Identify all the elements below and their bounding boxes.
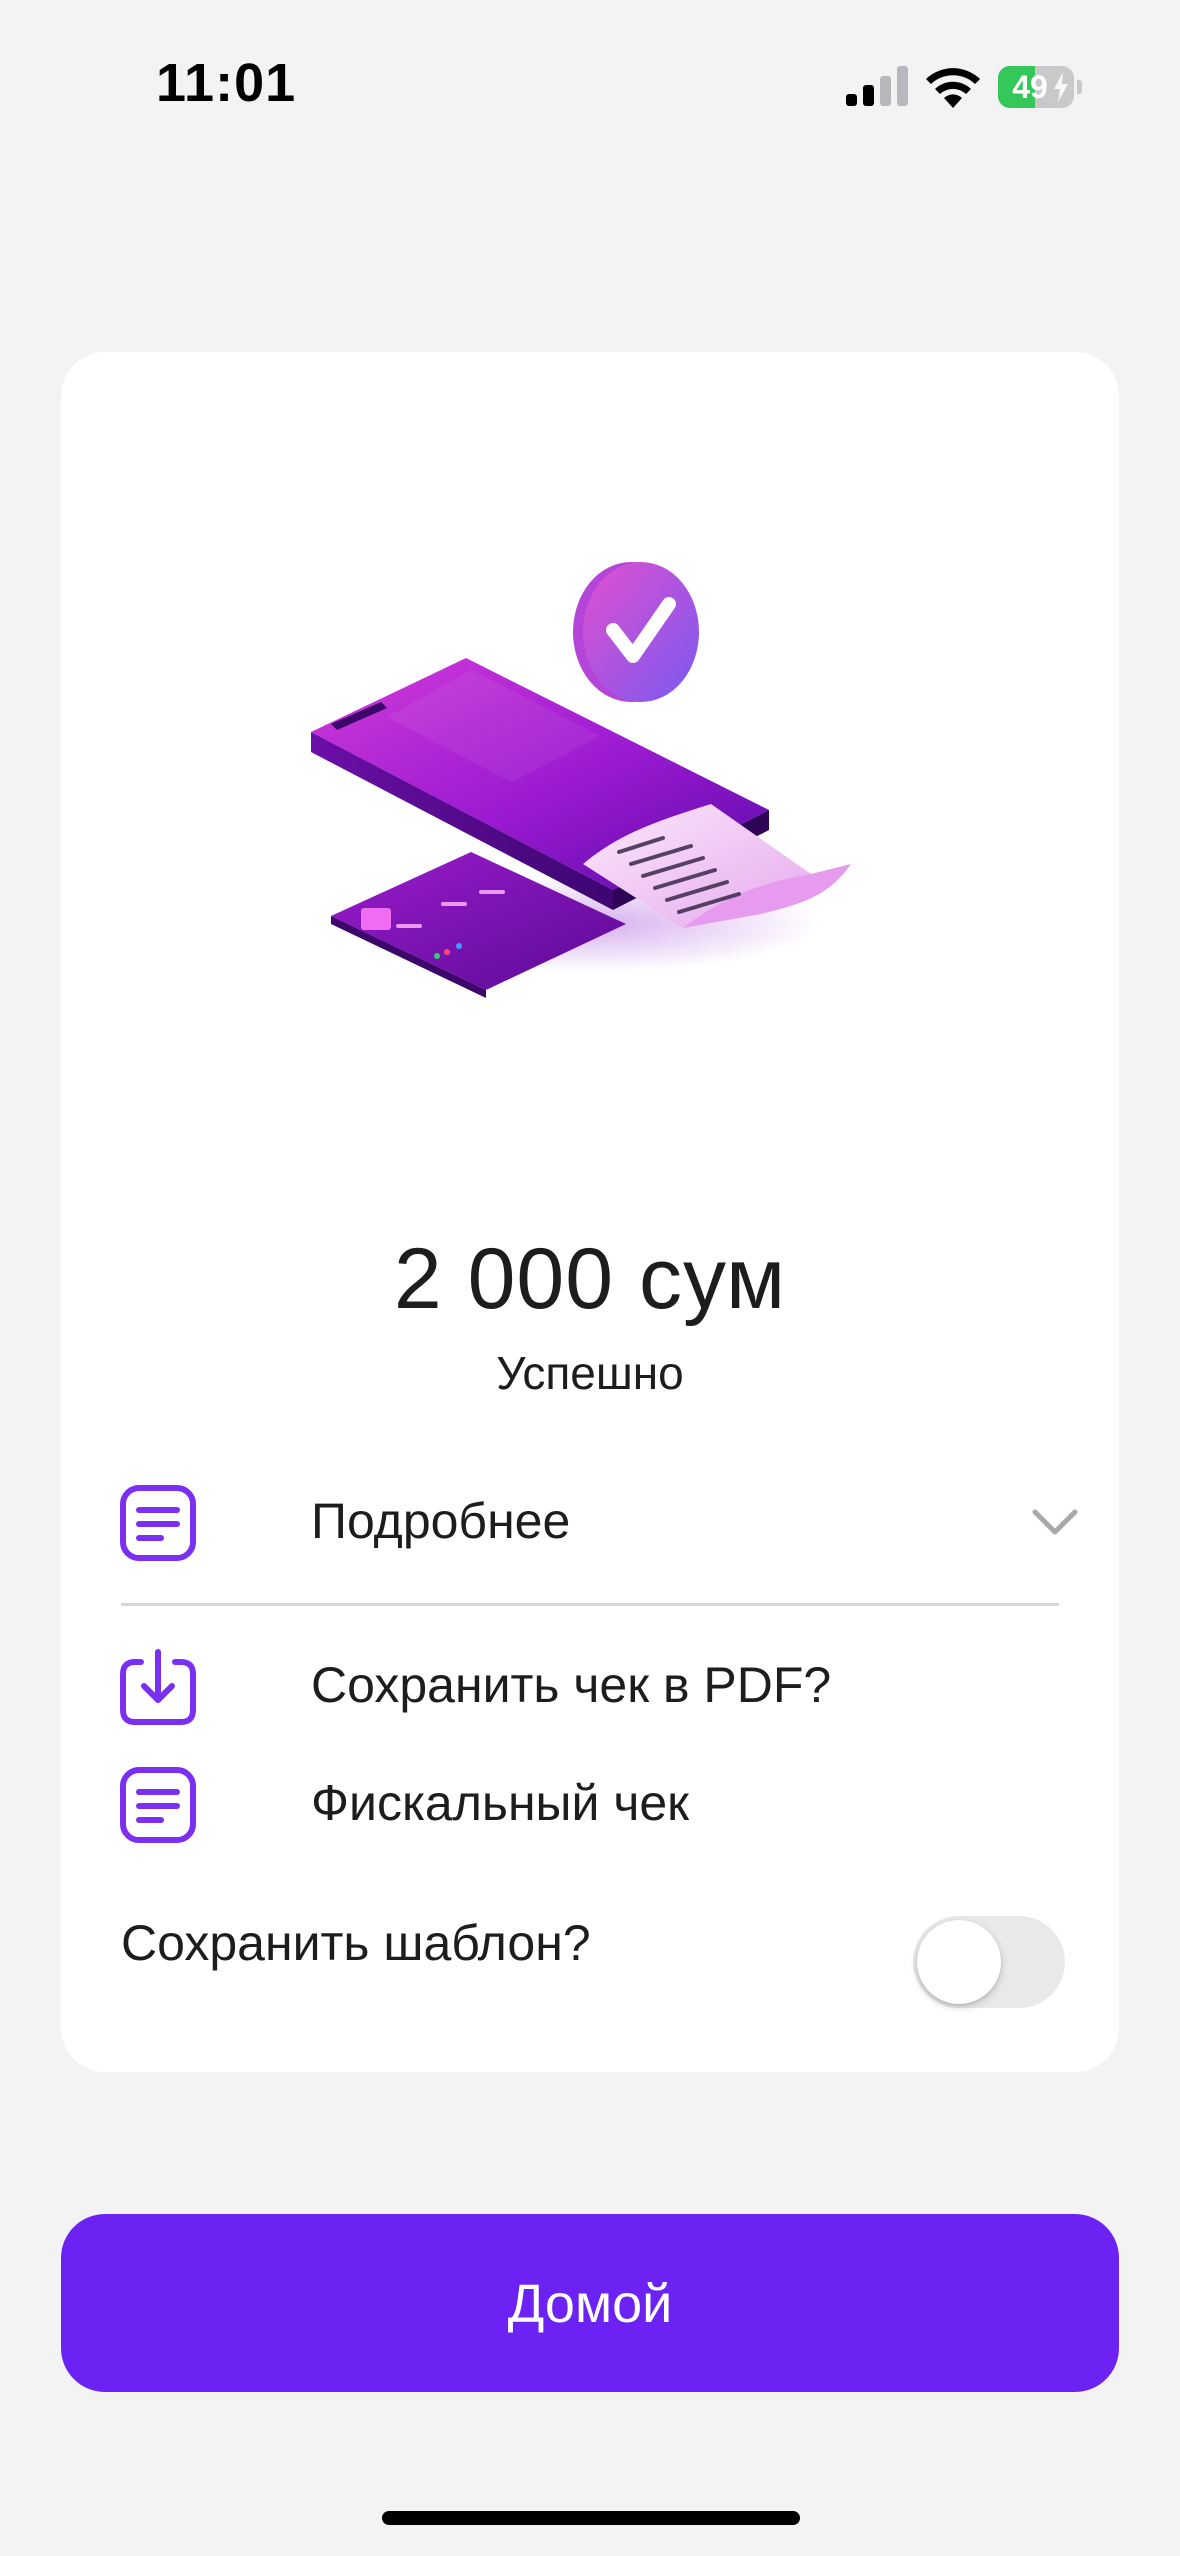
- payment-amount: 2 000 сум: [393, 1231, 787, 1327]
- save-pdf-row[interactable]: Сохранить чек в PDF?: [119, 1642, 1079, 1732]
- toggle-knob: [917, 1920, 1001, 2004]
- details-row[interactable]: Подробнее: [119, 1478, 1079, 1568]
- details-label: Подробнее: [311, 1493, 571, 1549]
- battery-cap: [1077, 80, 1082, 94]
- status-time: 11:01: [156, 53, 297, 113]
- divider: [121, 1603, 1059, 1606]
- save-pdf-label: Сохранить чек в PDF?: [311, 1657, 832, 1713]
- document-icon: [120, 1485, 196, 1561]
- payment-success-illustration: [311, 562, 851, 998]
- chevron-down-icon[interactable]: [1031, 1506, 1079, 1540]
- download-icon: [120, 1649, 196, 1725]
- battery-level: 49: [1012, 69, 1048, 105]
- cellular-signal-icon: [846, 66, 908, 106]
- payment-status: Успешно: [496, 1347, 684, 1399]
- battery-icon: 49: [998, 66, 1082, 108]
- save-template-toggle[interactable]: [913, 1916, 1065, 2008]
- status-bar: 11:01 49: [0, 0, 1180, 180]
- fiscal-receipt-label: Фискальный чек: [311, 1775, 690, 1831]
- home-indicator[interactable]: [382, 2511, 800, 2525]
- receipt-card: 2 000 сум Успешно Подробнее Сохранить че…: [61, 352, 1119, 2072]
- fiscal-receipt-row[interactable]: Фискальный чек: [119, 1760, 1079, 1850]
- document-icon: [120, 1767, 196, 1843]
- wifi-icon: [926, 68, 980, 108]
- charging-bolt-icon: [1054, 72, 1068, 102]
- home-button[interactable]: Домой: [61, 2214, 1119, 2392]
- save-template-label: Сохранить шаблон?: [121, 1915, 591, 1971]
